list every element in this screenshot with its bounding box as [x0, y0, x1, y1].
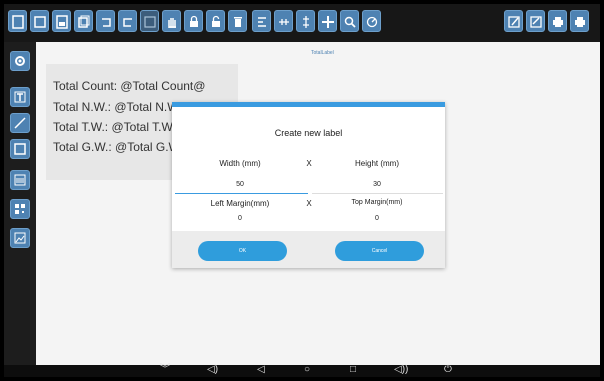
tool-sidebar	[4, 42, 36, 365]
copy-icon[interactable]	[74, 10, 93, 32]
height-label: Height (mm)	[354, 159, 399, 168]
label-line[interactable]: Total G.W.: @Total G.W	[53, 140, 180, 154]
barcode-icon[interactable]	[10, 170, 30, 190]
app-screen: TotalLabel Total Count: @Total Count@ To…	[4, 4, 600, 377]
zoom-icon[interactable]	[340, 10, 359, 32]
back-icon[interactable]: ◁	[257, 364, 265, 376]
label-line[interactable]: Total Count: @Total Count@	[53, 79, 205, 93]
page-icon[interactable]	[30, 10, 49, 32]
volume-up-icon[interactable]: ◁))	[394, 364, 408, 376]
print-icon[interactable]	[548, 10, 567, 32]
hand-icon[interactable]	[162, 10, 181, 32]
left-margin-label: Left Margin(mm)	[210, 199, 270, 208]
create-label-dialog: Create new label Width (mm) X Height (mm…	[172, 102, 445, 268]
volume-down-icon[interactable]: ◁)	[207, 364, 218, 376]
top-margin-field[interactable]: 0	[309, 215, 445, 222]
cancel-button[interactable]: Cancel	[335, 241, 424, 261]
hide-nav-icon[interactable]: ︾	[160, 364, 170, 376]
width-field[interactable]: 50	[172, 181, 308, 188]
print-alt-icon[interactable]	[570, 10, 589, 32]
unlock-icon[interactable]	[206, 10, 225, 32]
line-icon[interactable]	[10, 113, 30, 133]
settings-icon[interactable]	[10, 51, 30, 71]
edit-alt-icon[interactable]	[526, 10, 545, 32]
left-margin-field[interactable]: 0	[172, 215, 308, 222]
new-file-icon[interactable]	[8, 10, 27, 32]
rectangle-icon[interactable]	[10, 139, 30, 159]
dialog-title: Create new label	[274, 128, 343, 138]
dialog-footer: OK Cancel	[172, 231, 445, 268]
width-label: Width (mm)	[219, 159, 261, 168]
delete-icon[interactable]	[228, 10, 247, 32]
system-navbar: ︾ ◁) ◁ ○ □ ◁)) ⏻	[4, 364, 600, 377]
rotate-icon[interactable]	[362, 10, 381, 32]
align-vertical-icon[interactable]	[296, 10, 315, 32]
save-icon[interactable]	[52, 10, 71, 32]
canvas-title: TotalLabel	[311, 50, 334, 56]
top-margin-label: Top Margin(mm)	[351, 199, 403, 206]
move-icon[interactable]	[318, 10, 337, 32]
power-icon[interactable]: ⏻	[444, 364, 452, 376]
toolbar	[4, 4, 600, 42]
import-icon[interactable]	[140, 10, 159, 32]
align-left-icon[interactable]	[252, 10, 271, 32]
height-field[interactable]: 30	[309, 181, 445, 188]
label-line[interactable]: Total T.W.: @Total T.W.	[53, 120, 175, 134]
dialog-accent-bar	[172, 102, 445, 107]
edit-icon[interactable]	[504, 10, 523, 32]
image-icon[interactable]	[10, 228, 30, 248]
undo-icon[interactable]	[96, 10, 115, 32]
lock-icon[interactable]	[184, 10, 203, 32]
height-field-underline	[312, 193, 443, 194]
width-field-underline	[175, 193, 308, 194]
recents-icon[interactable]: □	[350, 364, 356, 376]
redo-icon[interactable]	[118, 10, 137, 32]
home-icon[interactable]: ○	[304, 364, 310, 376]
ok-button[interactable]: OK	[198, 241, 287, 261]
align-horizontal-icon[interactable]	[274, 10, 293, 32]
text-icon[interactable]	[10, 87, 30, 107]
qrcode-icon[interactable]	[10, 199, 30, 219]
